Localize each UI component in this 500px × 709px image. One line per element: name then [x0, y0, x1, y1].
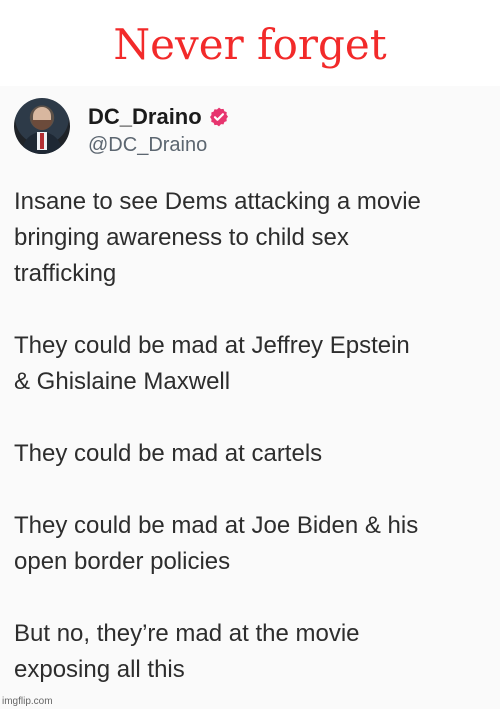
- tweet-line: & Ghislaine Maxwell: [14, 368, 231, 395]
- tweet-line: Insane to see Dems attacking a movie: [14, 188, 421, 215]
- tweet-line: They could be mad at Jeffrey Epstein: [14, 332, 410, 359]
- tweet-line: exposing all this: [14, 656, 185, 683]
- tweet-paragraph-1: Insane to see Dems attacking a movie bri…: [14, 184, 490, 292]
- avatar-tie-shape: [40, 133, 44, 149]
- tweet-card: DC_Draino @DC_Draino Insane to see Dems …: [0, 86, 500, 709]
- tweet-line: trafficking: [14, 260, 117, 287]
- avatar: [14, 98, 70, 154]
- avatar-beard-shape: [32, 120, 52, 130]
- tweet-body: Insane to see Dems attacking a movie bri…: [14, 184, 490, 688]
- author-name-row: DC_Draino: [88, 104, 230, 130]
- author-handle: @DC_Draino: [88, 134, 208, 156]
- author-display-name: DC_Draino: [88, 104, 202, 129]
- tweet-paragraph-4: They could be mad at Joe Biden & his ope…: [14, 508, 490, 580]
- meme-caption: Never forget: [113, 20, 387, 69]
- tweet-line: They could be mad at cartels: [14, 440, 323, 467]
- tweet-paragraph-5: But no, they’re mad at the movie exposin…: [14, 616, 490, 688]
- tweet-paragraph-3: They could be mad at cartels: [14, 436, 490, 472]
- tweet-line: open border policies: [14, 548, 231, 575]
- verified-badge-svg: [209, 107, 228, 127]
- tweet-line: They could be mad at Joe Biden & his: [14, 512, 419, 539]
- tweet-line: bringing awareness to child sex: [14, 224, 349, 251]
- watermark-label: imgflip.com: [2, 696, 53, 707]
- verified-badge-icon: [208, 106, 230, 128]
- tweet-paragraph-2: They could be mad at Jeffrey Epstein & G…: [14, 328, 490, 400]
- tweet-line: But no, they’re mad at the movie: [14, 620, 360, 647]
